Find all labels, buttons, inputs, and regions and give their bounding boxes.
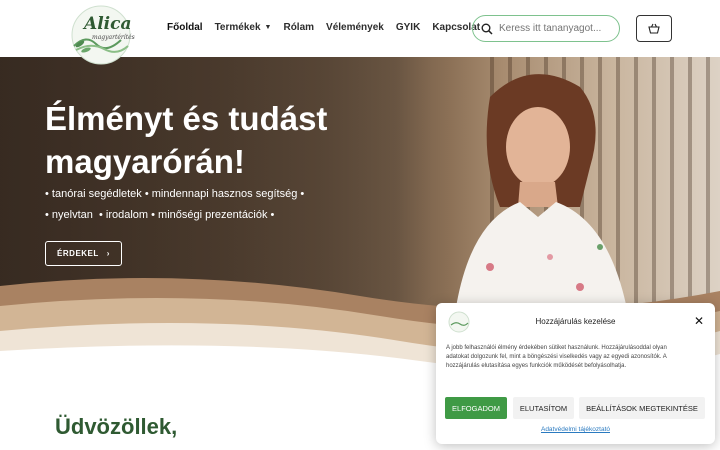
chevron-down-icon: ▼ xyxy=(264,24,272,31)
chevron-right-icon: › xyxy=(106,249,110,258)
hero-title-line1: Élményt és tudást xyxy=(45,100,328,137)
consent-text: A jobb felhasználói élmény érdekében süt… xyxy=(446,345,667,369)
main-nav: Főoldal Termékek ▼ Rólam Vélemények GYIK… xyxy=(167,22,480,33)
logo-name: Alica xyxy=(84,14,132,34)
close-icon[interactable]: ✕ xyxy=(694,314,704,328)
view-settings-button[interactable]: BEÁLLÍTÁSOK MEGTEKINTÉSE xyxy=(579,397,705,419)
logo-subtitle: magyartérítés xyxy=(92,34,135,41)
interested-button-label: ÉRDEKEL xyxy=(57,249,99,258)
consent-title: Hozzájárulás kezelése xyxy=(535,317,616,326)
nav-item-home[interactable]: Főoldal xyxy=(167,22,203,33)
nav-item-products[interactable]: Termékek ▼ xyxy=(215,22,272,33)
cart-button[interactable] xyxy=(636,15,672,42)
page: Alica magyartérítés Főoldal Termékek ▼ R… xyxy=(0,0,720,450)
deny-button[interactable]: ELUTASÍTOM xyxy=(513,397,574,419)
hero-title-line2: magyarórán! xyxy=(45,143,245,180)
search-icon xyxy=(481,23,493,35)
hero-title: Élményt és tudást magyarórán! xyxy=(45,97,327,183)
accept-button[interactable]: ELFOGADOM xyxy=(445,397,507,419)
privacy-policy-link[interactable]: Adatvédelmi tájékoztató xyxy=(436,426,715,433)
search-box[interactable] xyxy=(472,15,620,42)
cookie-consent-dialog: Hozzájárulás kezelése ✕ A jobb felhaszná… xyxy=(436,303,715,444)
site-header: Alica magyartérítés Főoldal Termékek ▼ R… xyxy=(0,0,720,65)
nav-item-about[interactable]: Rólam xyxy=(283,22,314,33)
site-logo[interactable]: Alica magyartérítés xyxy=(66,4,136,66)
nav-item-reviews[interactable]: Vélemények xyxy=(326,22,384,33)
interested-button[interactable]: ÉRDEKEL › xyxy=(45,241,122,266)
nav-item-products-label: Termékek xyxy=(214,22,261,33)
search-input[interactable] xyxy=(499,23,609,34)
nav-item-faq[interactable]: GYIK xyxy=(396,22,420,33)
welcome-heading: Üdvözöllek, xyxy=(55,414,178,439)
hero-tagline-1: • tanórai segédletek • mindennapi haszno… xyxy=(45,188,305,200)
hero-tagline-2: • nyelvtan • irodalom • minőségi prezent… xyxy=(45,209,275,221)
basket-icon xyxy=(648,23,660,34)
